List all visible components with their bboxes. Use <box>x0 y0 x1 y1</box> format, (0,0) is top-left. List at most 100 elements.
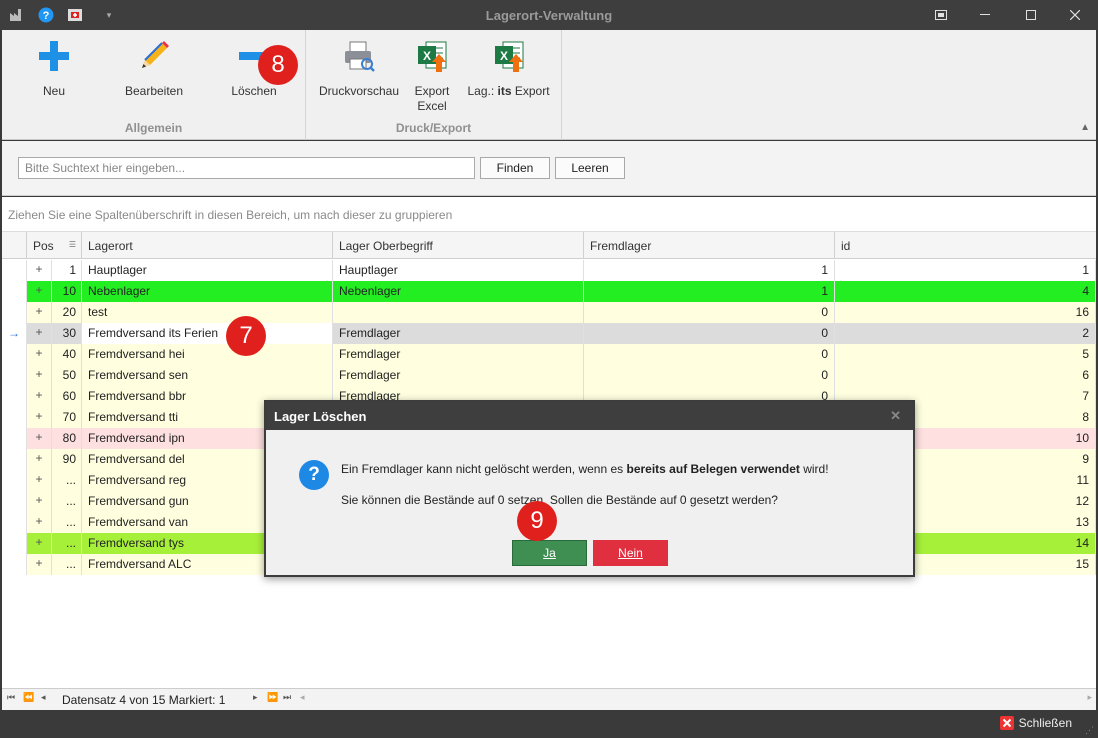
status-bar: Schließen ⋰ <box>0 710 1098 738</box>
header-oberbegriff[interactable]: Lager Oberbegriff <box>333 232 584 259</box>
collapse-ribbon-icon[interactable]: ▲ <box>1080 122 1090 133</box>
delete-label: Löschen <box>231 84 277 98</box>
cell-pos: ... <box>52 512 82 533</box>
export-excel-button[interactable]: X Export Excel <box>410 38 454 114</box>
row-expand-icon[interactable]: + <box>27 260 52 281</box>
resize-grip-icon[interactable]: ⋰ <box>1085 725 1094 736</box>
row-indicator <box>2 281 27 302</box>
row-indicator <box>2 302 27 323</box>
table-row[interactable]: +40 Fremdversand hei Fremdlager 0 5 <box>2 344 1096 365</box>
clear-button[interactable]: Leeren <box>555 157 625 179</box>
row-expand-icon[interactable]: + <box>27 428 52 449</box>
prev-record-icon[interactable]: ◂ <box>41 692 46 703</box>
yes-button[interactable]: Ja <box>512 540 587 566</box>
header-fremdlager[interactable]: Fremdlager <box>584 232 835 259</box>
cell-lagerort: Fremdversand hei <box>82 344 333 365</box>
scroll-right-icon[interactable]: ▸ <box>1087 692 1092 703</box>
row-indicator <box>2 512 27 533</box>
cell-lagerort: Fremdversand sen <box>82 365 333 386</box>
cell-lagerort: Hauptlager <box>82 260 333 281</box>
table-row[interactable]: +1 Hauptlager Hauptlager 1 1 <box>2 260 1096 281</box>
cell-pos: 20 <box>52 302 82 323</box>
row-expand-icon[interactable]: + <box>27 323 52 344</box>
excel-export-icon-2: X <box>491 38 527 74</box>
row-expand-icon[interactable]: + <box>27 533 52 554</box>
cell-id: 1 <box>835 260 1096 281</box>
dialog-title-bar: Lager Löschen ✕ <box>266 402 913 430</box>
question-icon: ? <box>299 460 329 490</box>
search-input[interactable] <box>18 157 475 179</box>
close-button[interactable]: Schließen <box>999 716 1072 730</box>
header-lagerort[interactable]: Lagerort <box>82 232 333 259</box>
row-expand-icon[interactable]: + <box>27 512 52 533</box>
edit-button[interactable]: Bearbeiten <box>114 38 194 98</box>
cell-pos: ... <box>52 554 82 575</box>
cell-fremdlager: 0 <box>584 344 835 365</box>
row-expand-icon[interactable]: + <box>27 281 52 302</box>
record-navigator: ⏮ ⏪ ◂ Datensatz 4 von 15 Markiert: 1 ▸ ⏩… <box>2 688 1096 710</box>
maximize-button[interactable] <box>1008 0 1054 30</box>
header-id[interactable]: id <box>835 232 1096 259</box>
row-expand-icon[interactable]: + <box>27 365 52 386</box>
row-indicator <box>2 428 27 449</box>
no-button[interactable]: Nein <box>593 540 668 566</box>
row-expand-icon[interactable]: + <box>27 386 52 407</box>
row-expand-icon[interactable]: + <box>27 344 52 365</box>
find-button[interactable]: Finden <box>480 157 550 179</box>
print-preview-label: Druckvorschau <box>318 84 400 98</box>
header-pos[interactable]: Pos ☰ <box>27 232 82 259</box>
table-row[interactable]: +10 Nebenlager Nebenlager 1 4 <box>2 281 1096 302</box>
row-expand-icon[interactable]: + <box>27 470 52 491</box>
row-indicator <box>2 554 27 575</box>
horizontal-scrollbar[interactable]: ◂ ▸ <box>298 692 1094 707</box>
row-indicator <box>2 407 27 428</box>
row-expand-icon[interactable]: + <box>27 491 52 512</box>
dialog-title: Lager Löschen <box>274 409 367 424</box>
cell-id: 5 <box>835 344 1096 365</box>
cell-oberbegriff <box>333 302 584 323</box>
cell-fremdlager: 1 <box>584 281 835 302</box>
pencil-icon <box>136 38 172 74</box>
prev-page-icon[interactable]: ⏪ <box>23 692 34 703</box>
row-indicator <box>2 344 27 365</box>
row-indicator <box>2 470 27 491</box>
new-label: Neu <box>42 84 65 98</box>
grid-header: Pos ☰ Lagerort Lager Oberbegriff Fremdla… <box>2 232 1096 259</box>
step-marker-9: 9 <box>517 501 557 541</box>
cell-lagerort: test <box>82 302 333 323</box>
cell-pos: 80 <box>52 428 82 449</box>
lag-its-export-button[interactable]: X Lag.: its Export <box>461 38 556 98</box>
lag-its-export-label: Lag.: its Export <box>467 84 550 98</box>
table-row[interactable]: +50 Fremdversand sen Fremdlager 0 6 <box>2 365 1096 386</box>
row-indicator <box>2 491 27 512</box>
row-expand-icon[interactable]: + <box>27 449 52 470</box>
first-record-icon[interactable]: ⏮ <box>7 692 15 703</box>
next-page-icon[interactable]: ⏩ <box>267 692 278 703</box>
restore-layout-icon[interactable] <box>918 0 964 30</box>
new-button[interactable]: Neu <box>24 38 84 98</box>
row-expand-icon[interactable]: + <box>27 407 52 428</box>
printer-icon <box>341 38 377 74</box>
search-bar: Finden Leeren <box>2 141 1096 196</box>
table-row[interactable]: +20 test 0 16 <box>2 302 1096 323</box>
row-expand-icon[interactable]: + <box>27 554 52 575</box>
export-excel-label-2: Excel <box>417 99 447 113</box>
close-window-button[interactable] <box>1052 0 1098 30</box>
minimize-button[interactable] <box>962 0 1008 30</box>
scroll-left-icon[interactable]: ◂ <box>300 692 305 703</box>
row-expand-icon[interactable]: + <box>27 302 52 323</box>
last-record-icon[interactable]: ⏭ <box>283 692 291 703</box>
group-panel-hint[interactable]: Ziehen Sie eine Spaltenüberschrift in di… <box>2 197 1096 232</box>
dialog-close-icon[interactable]: ✕ <box>890 408 901 424</box>
table-row[interactable]: → +30 Fremdversand its Ferien Fremdlager 0 2 <box>2 323 1096 344</box>
cell-pos: 60 <box>52 386 82 407</box>
excel-export-icon: X <box>414 38 450 74</box>
next-record-icon[interactable]: ▸ <box>253 692 258 703</box>
print-preview-button[interactable]: Druckvorschau <box>314 38 404 98</box>
export-excel-label-1: Export <box>414 84 450 98</box>
cell-fremdlager: 0 <box>584 302 835 323</box>
edit-label: Bearbeiten <box>124 84 184 98</box>
svg-text:X: X <box>499 49 507 63</box>
cell-id: 4 <box>835 281 1096 302</box>
group-label-druck: Druck/Export <box>395 121 472 135</box>
